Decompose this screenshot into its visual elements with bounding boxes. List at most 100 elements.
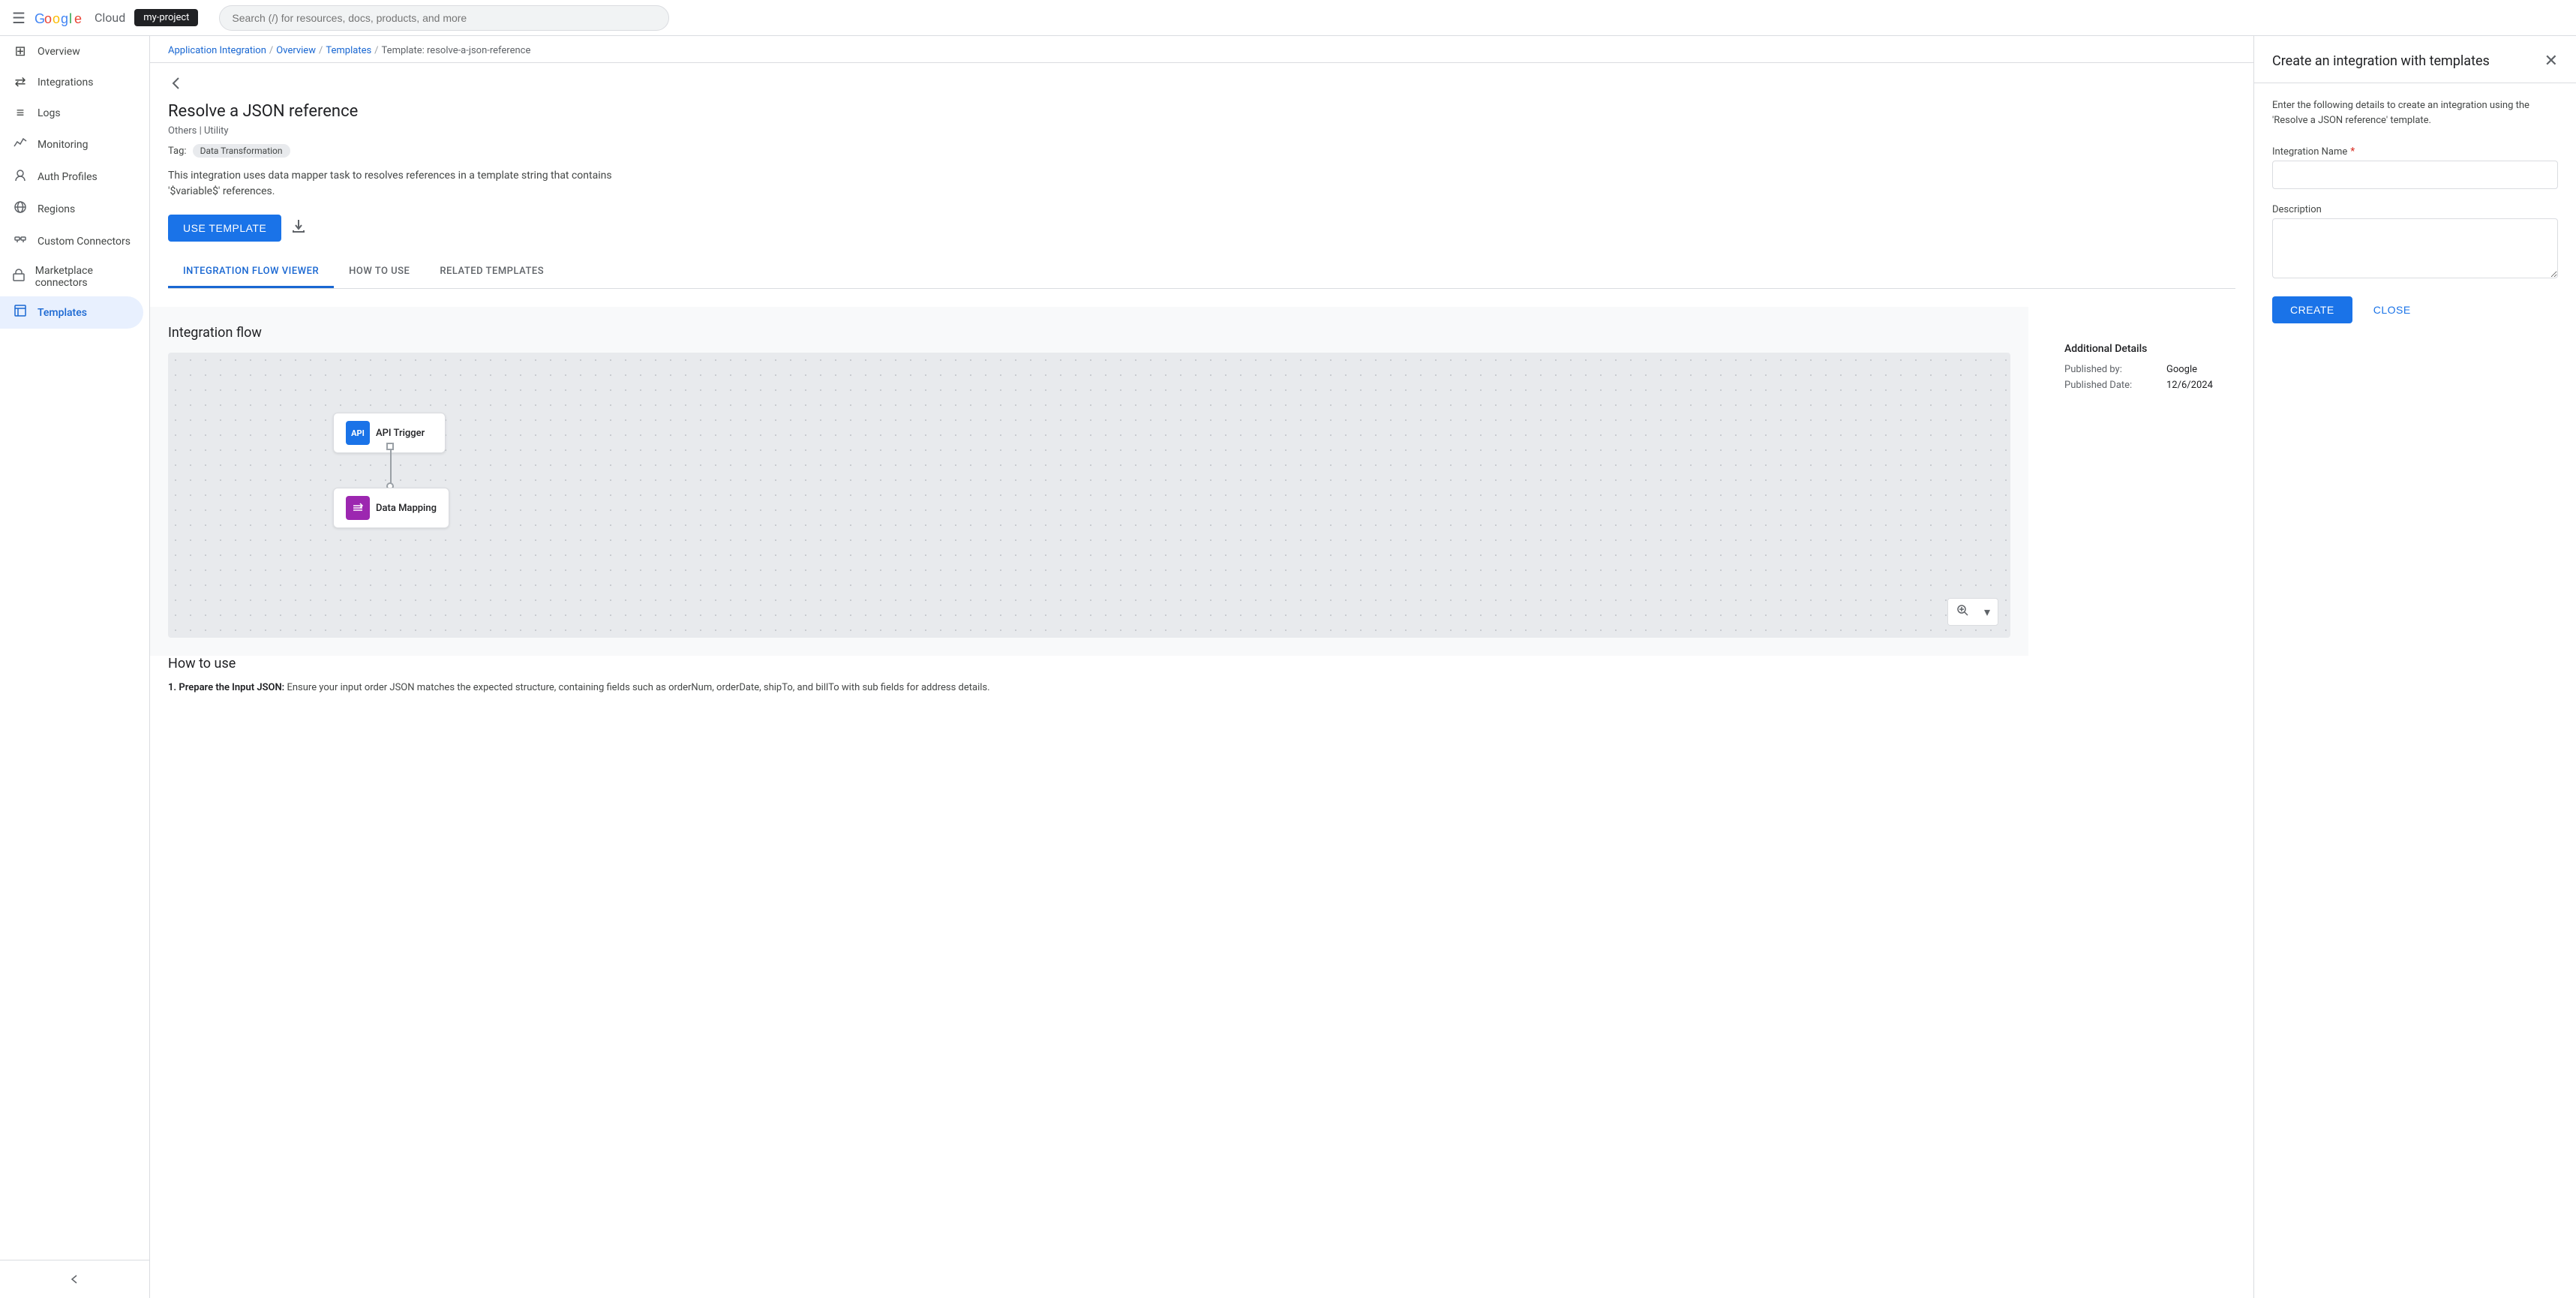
google-logo: G o o g l e [35,9,90,27]
additional-details-content: Additional Details Published by: Google … [2046,325,2235,413]
published-date-value: 12/6/2024 [2166,380,2213,391]
data-mapping-node: Data Mapping [333,488,449,528]
template-title: Resolve a JSON reference [168,102,2235,121]
detail-published-by: Published by: Google [2064,364,2217,375]
search-container [219,5,669,31]
sidebar: ⊞ Overview ⇄ Integrations ≡ Logs Monitor… [0,36,150,1298]
flow-area: Integration flow API API Trigger [150,307,2028,656]
tabs: INTEGRATION FLOW VIEWER HOW TO USE RELAT… [168,257,2235,289]
published-by-value: Google [2166,364,2197,375]
cloud-text: Cloud [95,11,125,25]
tag-chip: Data Transformation [193,144,290,158]
sidebar-item-marketplace[interactable]: Marketplace connectors [0,257,143,296]
sidebar-collapse-btn[interactable] [0,1266,149,1292]
flow-dotted-bg: API API Trigger [168,353,2010,638]
breadcrumb-overview[interactable]: Overview [276,45,316,56]
zoom-control: ▾ [1947,598,1998,626]
breadcrumb: Application Integration / Overview / Tem… [150,36,2253,63]
flow-and-details: Integration flow API API Trigger [150,307,2253,714]
integration-name-field: Integration Name * [2272,146,2558,189]
breadcrumb-current: Template: resolve-a-json-reference [382,45,531,56]
sidebar-item-overview[interactable]: ⊞ Overview [0,36,143,67]
sidebar-label-marketplace: Marketplace connectors [35,265,131,289]
integration-name-label-row: Integration Name * [2272,146,2558,158]
sidebar-item-monitoring[interactable]: Monitoring [0,128,143,161]
template-actions: USE TEMPLATE [168,215,2235,242]
data-mapping-icon [346,496,370,520]
description-label-row: Description [2272,204,2558,215]
additional-details: Additional Details Published by: Google … [2028,307,2253,714]
description-label: Description [2272,204,2322,215]
sidebar-label-auth: Auth Profiles [38,171,98,183]
close-panel-button[interactable]: CLOSE [2361,296,2423,323]
svg-text:e: e [74,11,82,26]
template-detail: Resolve a JSON reference Others | Utilit… [150,102,2253,307]
sidebar-item-auth[interactable]: Auth Profiles [0,161,143,193]
sidebar-label-connectors: Custom Connectors [38,236,131,248]
breadcrumb-app-integration[interactable]: Application Integration [168,45,266,56]
use-template-button[interactable]: USE TEMPLATE [168,215,281,242]
additional-details-title: Additional Details [2064,343,2217,355]
how-to-use-step1: 1. Prepare the Input JSON: Ensure your i… [168,681,2010,696]
auth-icon [12,168,29,185]
breadcrumb-sep-1: / [269,45,273,56]
sidebar-item-connectors[interactable]: Custom Connectors [0,225,143,257]
breadcrumb-sep-3: / [374,45,378,56]
data-mapping-label: Data Mapping [376,503,437,514]
published-by-label: Published by: [2064,364,2154,375]
tag-row: Tag: Data Transformation [168,144,2235,158]
sidebar-label-integrations: Integrations [38,77,93,89]
svg-text:l: l [69,11,72,26]
logs-icon: ≡ [12,105,29,121]
search-input[interactable] [219,5,669,31]
topbar: ☰ G o o g l e Cloud my-project [0,0,2576,36]
step1-text: Ensure your input order JSON matches the… [284,682,989,693]
how-to-use: How to use 1. Prepare the Input JSON: En… [150,656,2028,714]
sidebar-label-monitoring: Monitoring [38,139,89,151]
description-textarea[interactable] [2272,218,2558,278]
panel-close-button[interactable]: ✕ [2544,51,2558,71]
monitoring-icon [12,136,29,153]
integration-name-input[interactable] [2272,161,2558,189]
template-description: This integration uses data mapper task t… [168,168,633,200]
panel-body: Enter the following details to create an… [2254,83,2576,1298]
regions-icon [12,200,29,218]
connectors-icon [12,233,29,250]
sidebar-label-logs: Logs [38,107,61,119]
sidebar-label-regions: Regions [38,203,75,215]
panel-actions: CREATE CLOSE [2272,296,2558,323]
breadcrumb-templates[interactable]: Templates [326,45,371,56]
project-selector[interactable]: my-project [134,9,198,26]
sidebar-item-integrations[interactable]: ⇄ Integrations [0,67,143,98]
panel-header: Create an integration with templates ✕ [2254,36,2576,83]
menu-icon[interactable]: ☰ [12,9,26,27]
step1-label: 1. [168,682,179,693]
integrations-icon: ⇄ [12,74,29,90]
integration-name-required: * [2350,146,2355,158]
zoom-dropdown-button[interactable]: ▾ [1977,600,1998,624]
how-to-use-title: How to use [168,656,2010,672]
sidebar-item-regions[interactable]: Regions [0,193,143,225]
tab-how-to-use[interactable]: HOW TO USE [334,257,425,288]
zoom-button[interactable] [1948,599,1977,625]
tab-integration-flow[interactable]: INTEGRATION FLOW VIEWER [168,257,334,288]
svg-text:o: o [44,11,52,26]
tab-related-templates[interactable]: RELATED TEMPLATES [425,257,559,288]
sidebar-item-logs[interactable]: ≡ Logs [0,98,143,128]
step1-bold: Prepare the Input JSON: [179,682,284,693]
flow-container: Integration flow API API Trigger [150,307,2028,714]
svg-text:o: o [53,11,60,26]
svg-text:G: G [35,11,45,26]
flow-title: Integration flow [168,325,2010,341]
back-button[interactable] [168,75,185,96]
templates-icon [12,304,29,321]
flow-canvas: API API Trigger [168,353,2010,638]
connector-line-1 [390,444,392,485]
sidebar-item-templates[interactable]: Templates [0,296,143,329]
template-subtitle: Others | Utility [168,125,2235,137]
api-trigger-icon: API [346,421,370,445]
sidebar-label-templates: Templates [38,307,87,319]
download-button[interactable] [290,218,307,239]
create-button[interactable]: CREATE [2272,296,2352,323]
content-area: Application Integration / Overview / Tem… [150,36,2253,1298]
